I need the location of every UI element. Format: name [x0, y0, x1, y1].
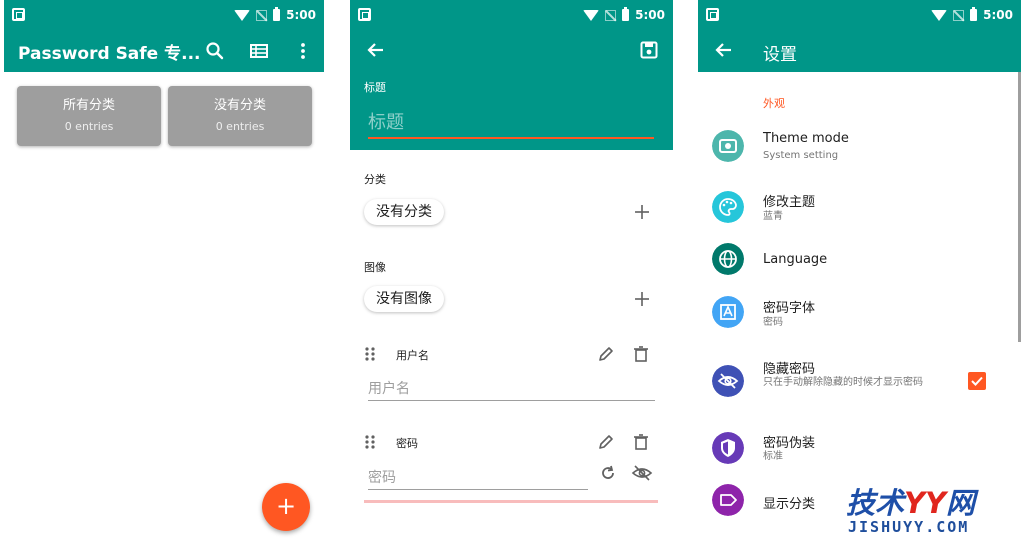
setting-subtitle: 蓝青 — [763, 211, 783, 222]
status-bar: 5:00 — [350, 0, 673, 30]
edit-header: 标题 — [350, 30, 673, 150]
generate-password-icon[interactable] — [598, 463, 618, 483]
setting-title: 密码伪装 — [763, 436, 816, 451]
setting-subtitle: 密码 — [763, 317, 783, 328]
setting-theme[interactable]: 修改主题 蓝青 — [698, 189, 1021, 239]
palette-icon — [712, 191, 744, 223]
no-signal-icon — [605, 9, 617, 21]
no-signal-icon — [256, 9, 268, 21]
add-image-icon[interactable] — [632, 289, 652, 309]
app-bar: Password Safe 专... — [4, 30, 324, 72]
setting-password-font[interactable]: 密码字体 密码 — [698, 295, 1021, 345]
edit-entry-screen: 5:00 标题 分类 没有分类 图像 没有图像 用户名 — [350, 0, 673, 538]
label-icon — [712, 484, 744, 516]
category-name: 没有分类 — [213, 98, 266, 113]
setting-language[interactable]: Language — [698, 243, 1021, 293]
wifi-icon — [583, 9, 600, 21]
screenshot-notification-icon — [358, 8, 371, 21]
drag-handle-icon[interactable] — [364, 434, 376, 450]
appearance-section-header: 外观 — [763, 97, 785, 110]
hide-password-checkbox[interactable] — [968, 372, 986, 390]
delete-icon[interactable] — [631, 344, 651, 364]
drag-handle-icon[interactable] — [364, 346, 376, 362]
wifi-icon — [234, 9, 251, 21]
add-entry-fab[interactable]: + — [262, 483, 310, 531]
watermark-text: YY — [904, 486, 947, 520]
settings-app-bar: 设置 — [698, 30, 1021, 72]
add-category-icon[interactable] — [632, 202, 652, 222]
setting-title: 修改主题 — [763, 195, 816, 210]
font-icon — [712, 296, 744, 328]
username-input[interactable] — [368, 377, 655, 401]
watermark-text: 网 — [946, 486, 976, 520]
status-time: 5:00 — [635, 8, 665, 22]
setting-subtitle: System setting — [763, 150, 839, 161]
title-label: 标题 — [364, 81, 386, 94]
category-chip[interactable]: 没有分类 — [364, 199, 444, 225]
shield-icon — [712, 432, 744, 464]
back-arrow-icon[interactable] — [712, 38, 736, 62]
edit-icon[interactable] — [596, 432, 616, 452]
password-strength-bar — [364, 500, 658, 503]
watermark-text: 技术 — [846, 486, 905, 520]
settings-title: 设置 — [763, 45, 797, 65]
setting-hide-password[interactable]: 隐藏密码 只在手动解除隐藏的时候才显示密码 — [698, 356, 1021, 412]
status-time: 5:00 — [983, 8, 1013, 22]
battery-icon — [273, 7, 281, 21]
edit-icon[interactable] — [596, 344, 616, 364]
category-count: 0 entries — [215, 120, 265, 133]
setting-title: 显示分类 — [763, 497, 816, 512]
setting-theme-mode[interactable]: Theme mode System setting — [698, 128, 1021, 178]
screenshot-notification-icon — [12, 8, 25, 21]
save-icon[interactable] — [637, 38, 661, 62]
globe-icon — [712, 243, 744, 275]
watermark-logo: 技术YY网 JISHUYY.COM — [840, 480, 1025, 538]
screenshot-notification-icon — [706, 8, 719, 21]
eye-off-icon — [712, 365, 744, 397]
wifi-icon — [931, 9, 948, 21]
toggle-visibility-icon[interactable] — [631, 463, 653, 483]
more-vert-icon[interactable] — [291, 39, 315, 63]
setting-subtitle: 标准 — [763, 451, 783, 462]
settings-screen: 5:00 设置 外观 Theme mode System setting 修改主… — [698, 0, 1021, 538]
category-label: 分类 — [364, 173, 386, 186]
watermark-domain: JISHUYY.COM — [848, 518, 970, 536]
setting-title: Language — [763, 252, 828, 267]
main-screen: 5:00 Password Safe 专... 所有分类 0 entries 没… — [4, 0, 324, 538]
status-time: 5:00 — [286, 8, 316, 22]
image-chip[interactable]: 没有图像 — [364, 286, 444, 312]
category-card-uncategorized[interactable]: 没有分类 0 entries — [168, 86, 312, 146]
title-input[interactable] — [368, 107, 654, 139]
app-title: Password Safe 专... — [18, 44, 201, 64]
password-field-label: 密码 — [396, 437, 418, 450]
setting-title: 隐藏密码 — [763, 362, 816, 377]
status-bar: 5:00 — [698, 0, 1021, 30]
username-field-label: 用户名 — [396, 349, 429, 362]
image-label: 图像 — [364, 261, 386, 274]
setting-subtitle: 只在手动解除隐藏的时候才显示密码 — [763, 377, 923, 388]
battery-icon — [622, 7, 630, 21]
delete-icon[interactable] — [631, 432, 651, 452]
search-icon[interactable] — [203, 39, 227, 63]
no-signal-icon — [953, 9, 965, 21]
category-card-all[interactable]: 所有分类 0 entries — [17, 86, 161, 146]
setting-password-disguise[interactable]: 密码伪装 标准 — [698, 429, 1021, 479]
battery-icon — [970, 7, 978, 21]
theme-mode-icon — [712, 130, 744, 162]
category-count: 0 entries — [64, 120, 114, 133]
setting-title: 密码字体 — [763, 301, 816, 316]
status-bar: 5:00 — [4, 0, 324, 30]
password-input[interactable] — [368, 466, 588, 490]
view-list-icon[interactable] — [247, 39, 271, 63]
setting-title: Theme mode — [763, 131, 849, 146]
back-arrow-icon[interactable] — [364, 38, 388, 62]
category-name: 所有分类 — [62, 98, 115, 113]
